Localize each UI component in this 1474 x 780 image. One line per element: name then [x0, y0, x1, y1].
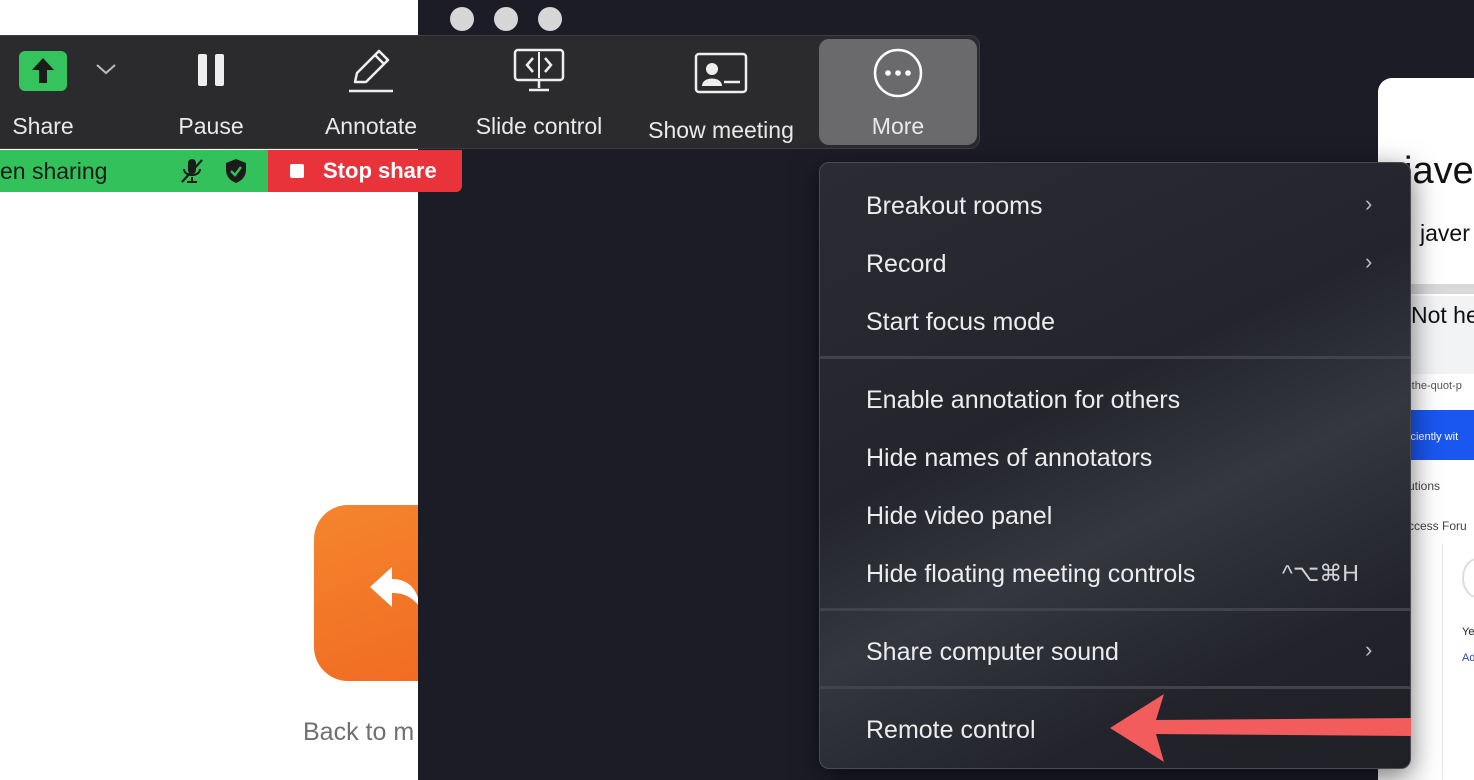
pause-share-button[interactable]: Pause	[161, 36, 261, 148]
show-meeting-label: Show meeting	[648, 117, 794, 143]
peek-card-text: Not he	[1411, 302, 1474, 328]
share-toolbar: Share Pause Annotate Slide control Show …	[0, 35, 980, 149]
peek-bar	[1408, 284, 1474, 294]
security-shield-icon[interactable]	[224, 158, 248, 184]
more-button[interactable]: More	[819, 39, 977, 145]
muted-mic-icon[interactable]	[179, 157, 205, 185]
chevron-right-icon: ›	[1365, 249, 1373, 274]
share-label: Share	[12, 113, 74, 139]
menu-item-label: Enable annotation for others	[866, 386, 1181, 414]
menu-separator	[820, 686, 1410, 689]
stop-share-button[interactable]: Stop share	[268, 150, 462, 192]
peek-ye: Ye	[1462, 626, 1474, 638]
peek-solutions: utions	[1408, 479, 1441, 493]
window-zoom-dot[interactable]	[538, 7, 562, 31]
back-to-meeting-icon[interactable]	[314, 505, 418, 681]
keyboard-shortcut: ^⌥⌘H	[1282, 560, 1359, 586]
return-arrow-icon	[370, 567, 418, 607]
window-minimize-dot[interactable]	[494, 7, 518, 31]
menu-item-label: Share computer sound	[866, 638, 1119, 666]
meeting-window-icon	[694, 52, 748, 94]
menu-separator	[820, 356, 1410, 359]
menu-item-label: Record	[866, 250, 947, 278]
menu-item-hide-annotator-names[interactable]: Hide names of annotators	[820, 429, 1410, 487]
annotate-label: Annotate	[324, 113, 418, 139]
menu-item-label: Hide floating meeting controls	[866, 560, 1196, 588]
stop-share-label: Stop share	[323, 158, 437, 183]
menu-item-record[interactable]: Record ›	[820, 235, 1410, 293]
sharing-status-bar: en sharing	[0, 150, 268, 192]
pause-label: Pause	[178, 113, 244, 139]
annotate-button[interactable]: Annotate	[311, 36, 431, 148]
share-options-dropdown[interactable]	[89, 36, 123, 148]
peek-banner-text: iciently wit	[1408, 431, 1459, 443]
menu-item-hide-floating-controls[interactable]: Hide floating meeting controls ^⌥⌘H	[820, 545, 1410, 603]
menu-item-breakout-rooms[interactable]: Breakout rooms ›	[820, 177, 1410, 235]
peek-access: ccess Foru	[1408, 519, 1467, 533]
menu-item-label: Hide video panel	[866, 502, 1053, 530]
stop-icon	[290, 164, 304, 178]
menu-item-start-focus-mode[interactable]: Start focus mode	[820, 293, 1410, 351]
chevron-down-icon	[96, 64, 116, 75]
menu-separator	[820, 608, 1410, 611]
more-menu: Breakout rooms › Record › Start focus mo…	[819, 162, 1411, 769]
chevron-right-icon: ›	[1365, 637, 1373, 662]
show-meeting-button[interactable]: Show meeting	[636, 36, 806, 148]
pencil-icon	[349, 49, 393, 93]
slide-control-label: Slide control	[475, 113, 603, 139]
slide-control-button[interactable]: Slide control	[459, 36, 619, 148]
annotation-arrow-icon	[1110, 694, 1411, 762]
chevron-right-icon: ›	[1365, 191, 1373, 216]
menu-item-hide-video-panel[interactable]: Hide video panel	[820, 487, 1410, 545]
window-close-dot[interactable]	[450, 7, 474, 31]
share-button[interactable]: Share	[1, 36, 85, 148]
menu-item-label: Start focus mode	[866, 308, 1055, 336]
peek-url: -the-quot-p	[1408, 380, 1462, 392]
pause-icon	[198, 54, 224, 86]
menu-item-label: Breakout rooms	[866, 192, 1043, 220]
more-label: More	[871, 113, 925, 139]
menu-item-share-computer-sound[interactable]: Share computer sound ›	[820, 623, 1410, 681]
peek-ad: Ad	[1462, 652, 1474, 664]
back-to-meeting-label: Back to m	[303, 718, 415, 746]
menu-item-label: Remote control	[866, 716, 1036, 744]
share-arrow-icon	[19, 51, 67, 91]
more-ellipsis-icon	[873, 48, 923, 98]
peek-name: javer	[1420, 220, 1470, 246]
slide-control-icon	[513, 48, 565, 92]
sharing-status-text: en sharing	[0, 158, 108, 184]
menu-item-enable-annotation[interactable]: Enable annotation for others	[820, 371, 1410, 429]
peek-title: javer	[1404, 150, 1474, 192]
menu-item-label: Hide names of annotators	[866, 444, 1153, 472]
